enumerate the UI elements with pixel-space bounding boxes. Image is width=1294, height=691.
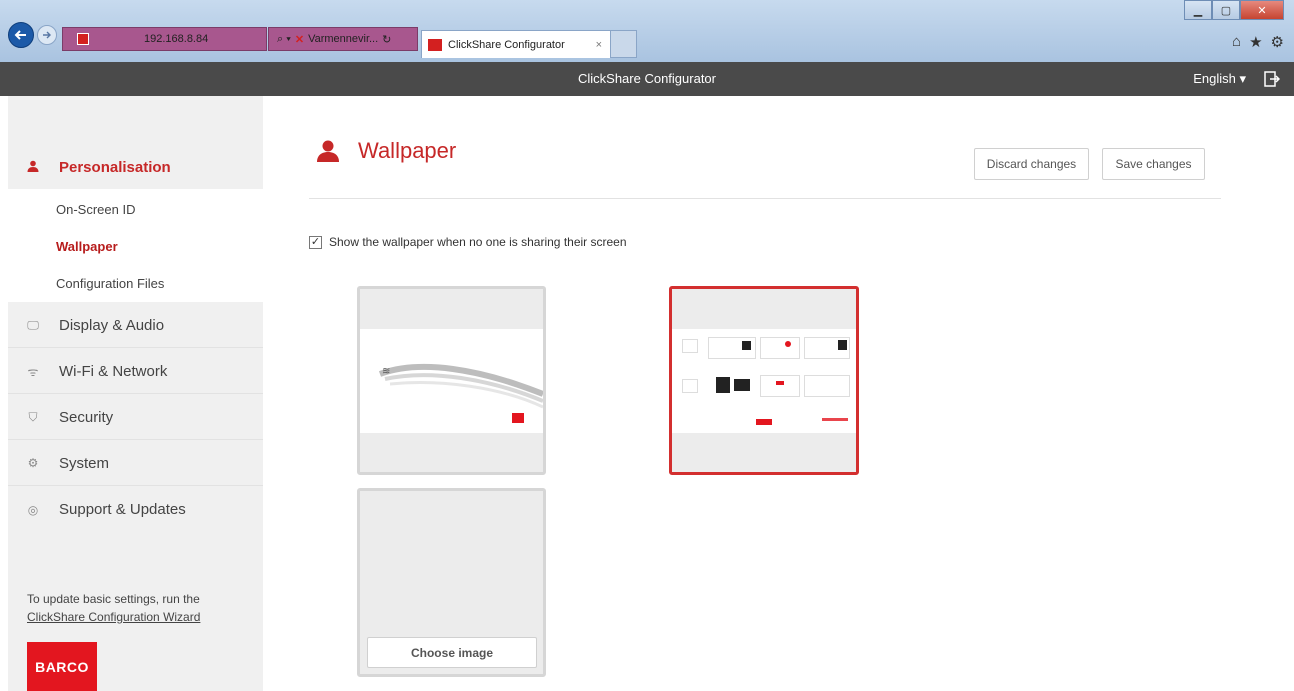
mini-card <box>760 375 800 397</box>
tab-label: ClickShare Configurator <box>448 38 565 51</box>
mini-brand <box>822 418 848 421</box>
wizard-note-text: To update basic settings, run the <box>27 592 200 606</box>
gear-icon: ⚙ <box>27 456 39 470</box>
tab-favicon <box>428 38 442 51</box>
mini-logo <box>756 419 772 425</box>
subnav-item-configuration-files[interactable]: Configuration Files <box>56 276 164 291</box>
close-tab-icon[interactable]: × <box>596 39 602 51</box>
wizard-link[interactable]: ClickShare Configuration Wizard <box>27 610 200 624</box>
sidebar-item-wifi-network[interactable]: ᯤ Wi-Fi & Network <box>8 349 263 394</box>
sidebar-item-label: Personalisation <box>59 159 171 176</box>
window-controls: ▁ ▢ ✕ <box>1184 0 1284 20</box>
page-title: Wallpaper <box>358 138 457 163</box>
sidebar-item-label: System <box>59 454 110 472</box>
mini-qr <box>734 379 750 391</box>
personalisation-subnav: On-Screen ID Wallpaper Configuration Fil… <box>8 189 263 302</box>
home-icon[interactable]: ⌂ <box>1232 33 1241 51</box>
address-bar[interactable]: 192.168.8.84 <box>62 27 267 51</box>
sidebar-item-display-audio[interactable]: 🖵 Display & Audio <box>8 303 263 348</box>
search-icon: ⌕ ▾ <box>277 32 291 45</box>
wallpaper-option-1[interactable]: ≋ <box>357 286 546 475</box>
site-favicon <box>77 33 89 45</box>
maximize-button[interactable]: ▢ <box>1212 0 1240 20</box>
save-changes-button[interactable]: Save changes <box>1102 148 1205 180</box>
mini-qr <box>716 377 730 393</box>
sidebar-item-support-updates[interactable]: ◎ Support & Updates <box>8 487 263 532</box>
mini-bar <box>776 381 784 385</box>
gear-icon[interactable]: ⚙ <box>1271 33 1284 51</box>
show-wallpaper-checkbox[interactable]: ✓ <box>309 235 322 249</box>
back-icon <box>14 30 26 40</box>
tab-clickshare-configurator[interactable]: ClickShare Configurator × <box>421 30 611 58</box>
header-divider <box>309 198 1221 199</box>
sidebar-item-system[interactable]: ⚙ System <box>8 441 263 486</box>
wizard-note: To update basic settings, run the ClickS… <box>27 590 200 626</box>
forward-button[interactable] <box>37 25 57 45</box>
svg-text:≋: ≋ <box>382 366 390 377</box>
subnav-item-on-screen-id[interactable]: On-Screen ID <box>56 202 135 217</box>
minimize-button[interactable]: ▁ <box>1184 0 1212 20</box>
new-tab-button[interactable] <box>611 30 637 58</box>
browser-icons: ⌂ ★ ⚙ <box>1232 33 1284 51</box>
shield-icon: ⛉ <box>28 409 38 424</box>
mini-qr <box>742 341 751 350</box>
mini-card <box>804 375 850 397</box>
mini-qr <box>838 340 847 350</box>
barco-logo: BARCO <box>27 642 97 691</box>
monitor-icon: 🖵 <box>27 317 39 332</box>
star-icon[interactable]: ★ <box>1249 33 1262 51</box>
user-icon <box>25 160 41 175</box>
wallpaper-thumbnail <box>672 329 856 433</box>
mini-icon <box>682 339 698 353</box>
subnav-item-wallpaper[interactable]: Wallpaper <box>56 239 118 254</box>
language-select[interactable]: English ▾ <box>1193 62 1246 96</box>
show-wallpaper-label: Show the wallpaper when no one is sharin… <box>329 235 627 249</box>
sidebar: Personalisation On-Screen ID Wallpaper C… <box>8 96 263 691</box>
sidebar-item-label: Display & Audio <box>59 316 165 334</box>
custom-wallpaper-option: Choose image <box>357 488 546 677</box>
lifebuoy-icon: ◎ <box>27 502 39 517</box>
sidebar-item-label: Wi-Fi & Network <box>59 362 168 380</box>
mini-icon <box>682 379 698 393</box>
app-title: ClickShare Configurator <box>577 71 716 86</box>
address-text: 192.168.8.84 <box>144 33 209 45</box>
page-header: Wallpaper <box>316 138 456 164</box>
sidebar-item-security[interactable]: ⛉ Security <box>8 395 263 440</box>
mini-dot <box>785 341 791 347</box>
wallpaper-wave-image: ≋ <box>378 364 543 423</box>
mini-card <box>760 337 800 359</box>
logout-icon[interactable] <box>1264 71 1280 87</box>
app-header: ClickShare Configurator English ▾ <box>0 62 1294 96</box>
user-icon <box>317 140 339 162</box>
cert-error-icon: ✕ <box>294 33 305 46</box>
choose-image-button[interactable]: Choose image <box>367 637 537 668</box>
sidebar-item-label: Security <box>59 408 114 426</box>
sidebar-item-personalisation[interactable]: Personalisation <box>8 146 263 189</box>
sidebar-item-label: Support & Updates <box>59 501 186 518</box>
discard-changes-button[interactable]: Discard changes <box>974 148 1089 180</box>
wifi-icon: ᯤ <box>27 364 39 379</box>
wallpaper-option-2-selected[interactable] <box>669 286 859 475</box>
browser-toolbar: 192.168.8.84 ⌕ ▾ ✕ Varmennevir... ↻ Clic… <box>0 0 1294 62</box>
cert-error-label: Varmennevir... <box>308 33 379 45</box>
forward-icon <box>43 31 51 39</box>
refresh-icon[interactable]: ↻ <box>382 33 391 46</box>
wallpaper-thumbnail: ≋ <box>360 329 543 433</box>
close-window-button[interactable]: ✕ <box>1240 0 1284 20</box>
show-wallpaper-option: ✓ Show the wallpaper when no one is shar… <box>309 235 627 249</box>
certificate-error-tab[interactable]: ⌕ ▾ ✕ Varmennevir... ↻ <box>268 27 418 51</box>
back-button[interactable] <box>8 22 34 48</box>
